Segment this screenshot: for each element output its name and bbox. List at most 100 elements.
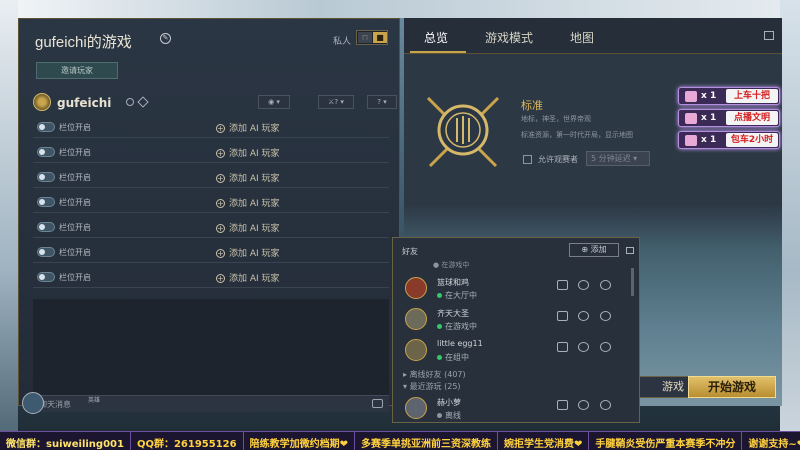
mode-description: 地标，神圣，世界帝观 bbox=[521, 115, 591, 123]
lock-icon: ■ bbox=[373, 32, 387, 43]
friends-scrollbar[interactable] bbox=[631, 268, 634, 296]
ticker-item: 手腱鞘炎受伤严重本赛季不冲分 bbox=[589, 432, 743, 450]
civ-dropdown[interactable]: ◉ ▾ bbox=[258, 95, 290, 109]
ticker-item: 微信群：suiweiling001 bbox=[0, 432, 131, 450]
team-dropdown[interactable]: ⚔? ▾ bbox=[318, 95, 354, 109]
friend-row[interactable]: 赫小萝 离线 bbox=[405, 394, 627, 424]
start-game-button[interactable]: 开始游戏 bbox=[688, 376, 776, 398]
slot-row: 栏位开启 + 添加 AI 玩家 bbox=[33, 267, 389, 288]
avatar bbox=[405, 397, 427, 419]
recent-players-group[interactable]: ▾ 最近游玩 (25) bbox=[403, 381, 461, 392]
invite-icon[interactable] bbox=[578, 280, 589, 290]
tab-overview[interactable]: 总览 bbox=[424, 29, 448, 46]
invite-icon[interactable] bbox=[578, 311, 589, 321]
slot-toggle[interactable] bbox=[37, 197, 55, 207]
platform-icon bbox=[126, 98, 134, 106]
lobby-title: gufeichi的游戏 bbox=[35, 34, 132, 51]
minimize-icon[interactable] bbox=[626, 247, 634, 254]
ticker-item: QQ群：261955126 bbox=[131, 432, 244, 450]
ready-dropdown[interactable]: ? ▾ bbox=[367, 95, 397, 109]
friend-status-partial: ● 在游戏中 bbox=[433, 261, 470, 269]
reward-pill: x 1 点播文明 bbox=[678, 109, 780, 127]
offline-friends-group[interactable]: ▸ 离线好友 (407) bbox=[403, 369, 466, 380]
slot-label: 栏位开启 bbox=[59, 148, 91, 157]
profile-icon[interactable] bbox=[600, 400, 611, 410]
add-ai-button[interactable]: + 添加 AI 玩家 bbox=[216, 271, 280, 284]
chat-input-bar[interactable]: 聊天消息 bbox=[33, 395, 389, 412]
avatar[interactable] bbox=[22, 392, 44, 414]
spectator-delay-dropdown[interactable]: 5 分钟延迟 ▾ bbox=[586, 151, 650, 166]
friend-name: 赫小萝 bbox=[437, 398, 461, 407]
chat-log bbox=[33, 299, 389, 395]
chat-bubble-icon[interactable] bbox=[557, 342, 568, 352]
profile-icon[interactable] bbox=[600, 342, 611, 352]
slot-label: 栏位开启 bbox=[59, 123, 91, 132]
chat-bubble-icon[interactable] bbox=[557, 311, 568, 321]
background-right bbox=[780, 0, 800, 450]
profile-icon[interactable] bbox=[600, 280, 611, 290]
plus-icon: + bbox=[216, 174, 225, 183]
slot-label: 栏位开启 bbox=[59, 273, 91, 282]
lobby-panel: gufeichi的游戏 ✎ 私人 ⊓ ■ 邀请玩家 gufeichi ◉ ▾ ⚔… bbox=[18, 18, 400, 412]
edit-icon[interactable]: ✎ bbox=[160, 33, 171, 44]
friends-title: 好友 bbox=[402, 247, 418, 256]
private-label: 私人 bbox=[333, 37, 352, 47]
online-dot-icon bbox=[437, 355, 442, 360]
slot-label: 栏位开启 bbox=[59, 173, 91, 182]
mode-emblem-icon bbox=[426, 96, 500, 168]
invite-icon[interactable] bbox=[578, 400, 589, 410]
friend-status: 在游戏中 bbox=[437, 321, 477, 332]
add-friend-button[interactable]: ⊕ 添加 bbox=[569, 243, 619, 257]
chat-bubble-icon[interactable] bbox=[557, 280, 568, 290]
friend-row[interactable]: little egg11 在组中 bbox=[405, 336, 627, 366]
reward-pill: x 1 上车十把 bbox=[678, 87, 780, 105]
friend-row[interactable]: 齐天大圣 在游戏中 bbox=[405, 305, 627, 335]
stream-ticker: 微信群：suiweiling001 QQ群：261955126 陪练教学加微约档期❤… bbox=[0, 431, 800, 450]
gift-icon bbox=[685, 91, 697, 102]
slot-toggle[interactable] bbox=[37, 247, 55, 257]
host-avatar[interactable] bbox=[33, 93, 51, 111]
invite-icon[interactable] bbox=[557, 400, 568, 410]
plus-icon: + bbox=[216, 224, 225, 233]
spectator-checkbox[interactable] bbox=[523, 155, 532, 164]
invite-icon[interactable] bbox=[578, 342, 589, 352]
host-name: gufeichi bbox=[57, 96, 112, 110]
gift-icon bbox=[685, 113, 697, 124]
add-ai-button[interactable]: + 添加 AI 玩家 bbox=[216, 246, 280, 259]
friend-row[interactable]: 篮球和鸡 在大厅中 bbox=[405, 274, 627, 304]
slot-toggle[interactable] bbox=[37, 147, 55, 157]
host-player-row: gufeichi ◉ ▾ ⚔? ▾ ? ▾ bbox=[33, 93, 397, 113]
minimize-icon[interactable] bbox=[764, 31, 774, 40]
add-ai-button[interactable]: + 添加 AI 玩家 bbox=[216, 196, 280, 209]
link-icon bbox=[137, 96, 149, 108]
friend-name: 齐天大圣 bbox=[437, 309, 469, 318]
add-ai-button[interactable]: + 添加 AI 玩家 bbox=[216, 221, 280, 234]
slot-toggle[interactable] bbox=[37, 222, 55, 232]
friend-status: 离线 bbox=[437, 410, 461, 421]
ticker-item: 陪练教学加微约档期❤ bbox=[244, 432, 355, 450]
reward-count: x 1 bbox=[701, 135, 717, 145]
add-ai-button[interactable]: + 添加 AI 玩家 bbox=[216, 171, 280, 184]
offline-dot-icon bbox=[437, 413, 442, 418]
invite-players-button[interactable]: 邀请玩家 bbox=[36, 62, 118, 79]
tab-map[interactable]: 地图 bbox=[570, 29, 594, 46]
ticker-item: 谢谢支持~❤ bbox=[742, 432, 800, 450]
slot-label: 栏位开启 bbox=[59, 198, 91, 207]
slot-toggle[interactable] bbox=[37, 122, 55, 132]
ticker-item: 婉拒学生党消费❤ bbox=[498, 432, 590, 450]
profile-icon[interactable] bbox=[600, 311, 611, 321]
friend-name: little egg11 bbox=[437, 339, 483, 348]
slot-row: 栏位开启 + 添加 AI 玩家 bbox=[33, 142, 389, 163]
reward-text: 包车2小时 bbox=[726, 133, 778, 147]
private-toggle[interactable]: ⊓ ■ bbox=[356, 30, 388, 45]
chat-bubble-icon[interactable] bbox=[372, 399, 383, 408]
slot-toggle[interactable] bbox=[37, 172, 55, 182]
add-ai-button[interactable]: + 添加 AI 玩家 bbox=[216, 146, 280, 159]
plus-icon: + bbox=[216, 249, 225, 258]
unlock-icon: ⊓ bbox=[358, 32, 372, 43]
add-ai-button[interactable]: + 添加 AI 玩家 bbox=[216, 121, 280, 134]
ticker-item: 多赛季单挑亚洲前三资深教练 bbox=[355, 432, 498, 450]
tab-game-mode[interactable]: 游戏模式 bbox=[485, 29, 533, 46]
slot-row: 栏位开启 + 添加 AI 玩家 bbox=[33, 117, 389, 138]
slot-toggle[interactable] bbox=[37, 272, 55, 282]
